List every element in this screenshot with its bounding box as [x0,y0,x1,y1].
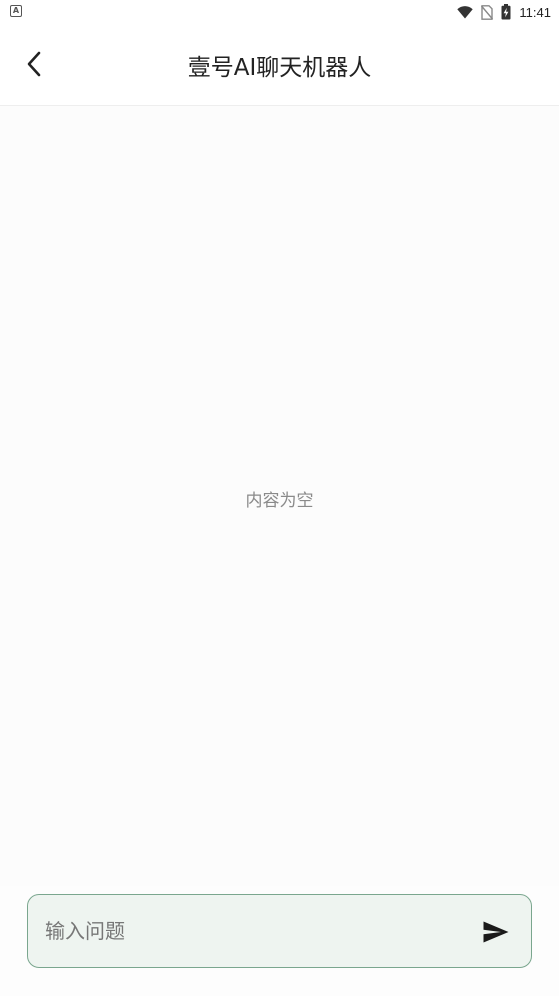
page-title: 壹号AI聊天机器人 [187,55,372,81]
question-input-bar [27,894,532,968]
battery-charging-icon [501,4,511,20]
status-time: 11:41 [519,4,551,20]
send-icon [483,921,509,943]
wifi-icon [457,5,474,18]
empty-state-text: 内容为空 [245,491,314,511]
no-sim-icon [481,4,494,20]
app-header: 壹号AI聊天机器人 [0,24,559,106]
status-bar: A 11:41 [0,0,559,24]
chat-message-list[interactable]: 内容为空 [0,106,559,886]
a-box-icon: A [10,5,22,17]
status-icons: 11:41 [457,0,551,24]
send-button[interactable] [479,915,513,949]
question-input[interactable] [45,895,465,967]
